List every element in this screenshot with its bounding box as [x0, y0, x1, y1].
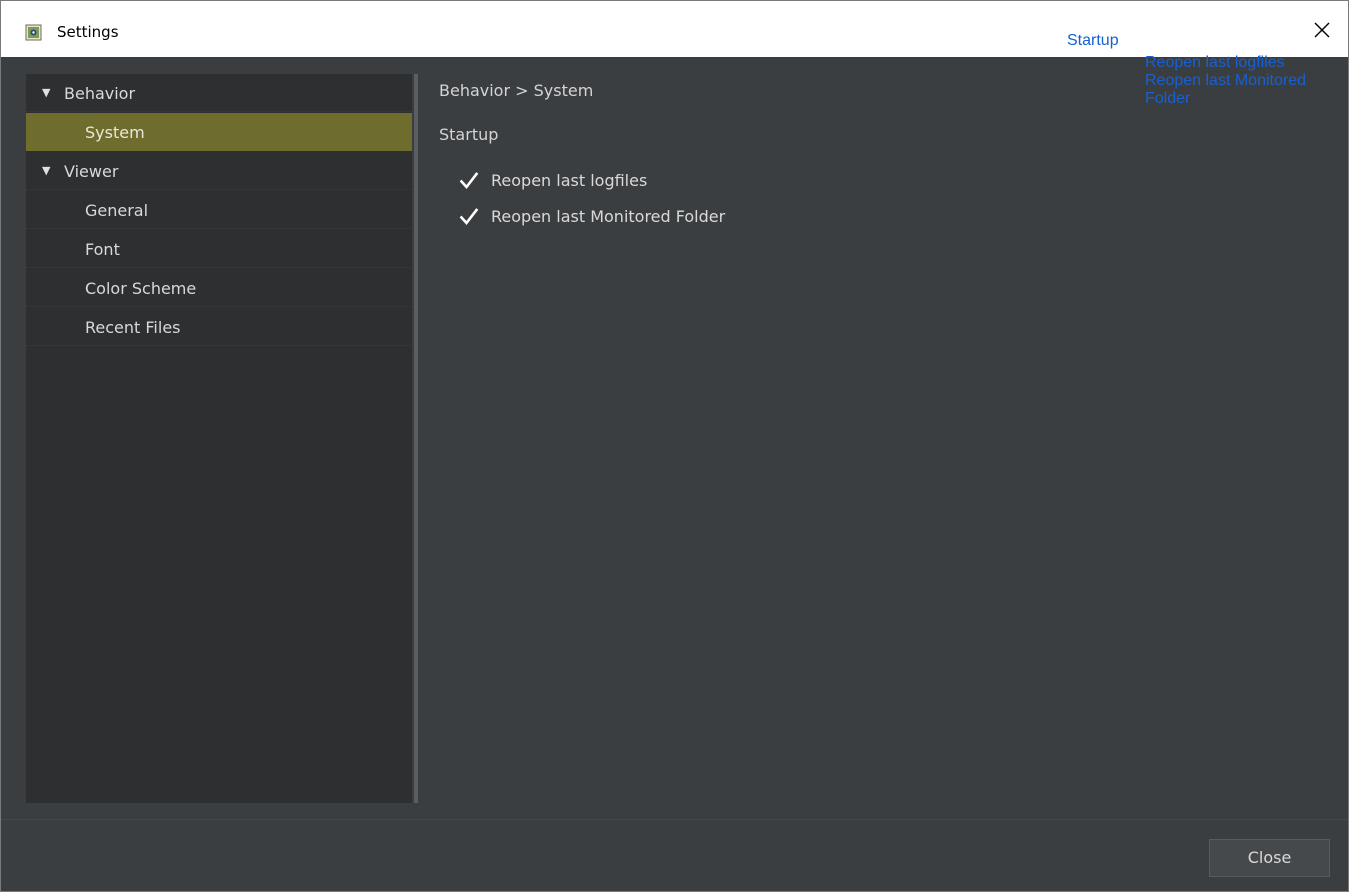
expand-arrow-icon[interactable]: ▼	[42, 86, 50, 99]
tree-item-viewer[interactable]: ▼ Viewer	[26, 152, 412, 190]
close-icon[interactable]	[1311, 19, 1333, 41]
tree-item-label: General	[85, 201, 149, 220]
tree-item-system[interactable]: System	[26, 113, 412, 151]
tree-item-label: Recent Files	[85, 318, 181, 337]
overlay-item-list: Reopen last logfiles Reopen last Monitor…	[1145, 54, 1323, 108]
tree-item-color-scheme[interactable]: Color Scheme	[26, 269, 412, 307]
overlay-startup-label: Startup	[1067, 32, 1119, 49]
checkmark-icon[interactable]	[459, 207, 479, 227]
title-bar: Settings Startup	[1, 1, 1348, 57]
tree-item-label: Color Scheme	[85, 279, 197, 298]
panel-splitter[interactable]	[414, 74, 418, 803]
tree-item-label: Font	[85, 240, 120, 259]
settings-tree: ▼ Behavior System ▼ Viewer General Font …	[26, 74, 412, 803]
tree-item-behavior[interactable]: ▼ Behavior	[26, 74, 412, 112]
tree-item-label: Viewer	[64, 162, 119, 181]
settings-window: Settings Startup Reopen last logfiles Re…	[0, 0, 1349, 892]
tree-item-label: Behavior	[64, 84, 136, 103]
tree-item-font[interactable]: Font	[26, 230, 412, 268]
checkbox-label: Reopen last Monitored Folder	[491, 207, 726, 226]
app-icon	[25, 24, 42, 41]
footer-divider	[1, 819, 1348, 820]
tree-item-label: System	[85, 123, 145, 142]
window-title: Settings	[57, 23, 119, 41]
section-title: Startup	[439, 125, 499, 144]
tree-item-general[interactable]: General	[26, 191, 412, 229]
tree-item-recent-files[interactable]: Recent Files	[26, 308, 412, 346]
breadcrumb: Behavior > System	[439, 81, 594, 100]
close-button[interactable]: Close	[1209, 839, 1330, 877]
overlay-item: Reopen last Monitored Folder	[1145, 72, 1306, 107]
expand-arrow-icon[interactable]: ▼	[42, 164, 50, 177]
checkmark-icon[interactable]	[459, 171, 479, 191]
overlay-item: Reopen last logfiles	[1145, 54, 1285, 71]
checkbox-label: Reopen last logfiles	[491, 171, 648, 190]
